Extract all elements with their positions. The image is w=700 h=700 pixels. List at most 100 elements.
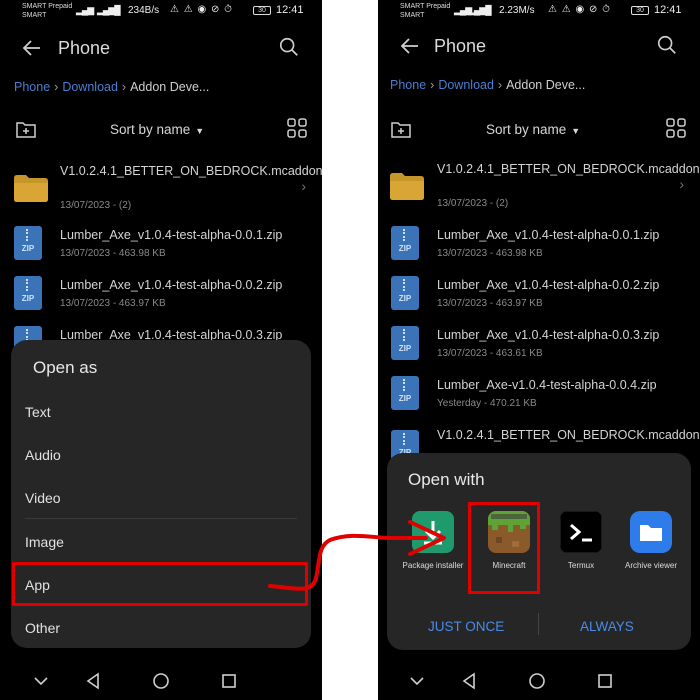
file-name: Lumber_Axe_v1.0.4-test-alpha-0.0.1.zip: [437, 228, 660, 242]
back-arrow-icon[interactable]: [20, 36, 44, 60]
nav-back-icon[interactable]: [82, 670, 104, 692]
search-icon[interactable]: [656, 34, 678, 56]
toolbar: Sort by name ▼: [0, 118, 322, 142]
new-folder-icon[interactable]: [390, 119, 412, 139]
nav-home-icon[interactable]: [150, 670, 172, 692]
grid-view-icon[interactable]: [287, 118, 307, 138]
list-item-file[interactable]: ZIP Lumber_Axe_v1.0.4-test-alpha-0.0.1.z…: [378, 224, 700, 272]
caret-down-icon: ▼: [195, 126, 205, 136]
file-name: Lumber_Axe_v1.0.4-test-alpha-0.0.3.zip: [437, 328, 660, 342]
network-speed: 2.23M/s: [499, 5, 535, 16]
status-bar: SMART Prepaid SMART ▂▄▆ ▂▄▆█ 234B/s ⚠ ⚠ …: [0, 0, 322, 24]
sort-label: Sort by name: [110, 122, 191, 137]
page-title: Phone: [434, 36, 487, 56]
just-once-button[interactable]: JUST ONCE: [428, 619, 504, 634]
list-item-file[interactable]: ZIP Lumber_Axe-v1.0.4-test-alpha-0.0.4.z…: [378, 374, 700, 422]
grid-view-icon[interactable]: [666, 118, 686, 138]
breadcrumb-separator: ›: [121, 80, 127, 94]
breadcrumb-separator: ›: [430, 78, 435, 92]
file-meta: 13/07/2023 - 463.97 KB: [437, 298, 543, 309]
sort-button[interactable]: Sort by name ▼: [110, 122, 204, 137]
sort-label: Sort by name: [486, 122, 567, 137]
search-icon[interactable]: [278, 36, 300, 58]
file-name: Lumber_Axe-v1.0.4-test-alpha-0.0.4.zip: [437, 378, 657, 392]
list-item-folder[interactable]: V1.0.2.4.1_BETTER_ON_BEDROCK.mcaddon 13/…: [378, 158, 700, 214]
breadcrumb-separator: ›: [54, 80, 59, 94]
left-phone-screen: SMART Prepaid SMART ▂▄▆ ▂▄▆█ 234B/s ⚠ ⚠ …: [0, 0, 322, 700]
app-bar: Phone: [0, 30, 322, 66]
breadcrumb-current: Addon Deve...: [130, 80, 210, 94]
list-item-folder[interactable]: V1.0.2.4.1_BETTER_ON_BEDROCK.mcaddon 13/…: [0, 160, 322, 216]
status-bar: SMART Prepaid SMART ▂▄▆ ▂▄▆█ 2.23M/s ⚠ ⚠…: [378, 0, 700, 24]
toolbar: Sort by name ▼: [378, 118, 700, 142]
option-other[interactable]: Other: [11, 608, 311, 648]
back-arrow-icon[interactable]: [398, 34, 422, 58]
carrier-label: SMART Prepaid SMART: [22, 2, 72, 20]
file-name: Lumber_Axe_v1.0.4-test-alpha-0.0.2.zip: [60, 278, 283, 292]
option-audio[interactable]: Audio: [11, 435, 311, 475]
option-video[interactable]: Video: [11, 478, 311, 518]
highlight-box-app: [12, 562, 308, 606]
file-name: V1.0.2.4.1_BETTER_ON_BEDROCK.mcaddon: [437, 162, 700, 176]
file-meta: 13/07/2023 - (2): [437, 198, 509, 209]
sort-button[interactable]: Sort by name ▼: [486, 122, 580, 137]
nav-down-icon[interactable]: [406, 670, 428, 692]
list-item-file[interactable]: ZIP Lumber_Axe_v1.0.4-test-alpha-0.0.3.z…: [378, 324, 700, 372]
signal-icon: ▂▄▆█: [97, 5, 121, 15]
nav-down-icon[interactable]: [30, 670, 52, 692]
app-bar: Phone: [378, 28, 700, 64]
carrier-line-2: SMART: [400, 12, 425, 19]
file-meta: 13/07/2023 - (2): [60, 200, 132, 211]
app-archive-viewer[interactable]: Archive viewer: [615, 511, 687, 591]
termux-icon: [560, 511, 602, 553]
nav-back-icon[interactable]: [458, 670, 480, 692]
right-phone-screen: SMART Prepaid SMART ▂▄▆ ▂▄▆█ 2.23M/s ⚠ ⚠…: [378, 0, 700, 700]
option-label: Video: [25, 490, 61, 506]
file-name: V1.0.2.4.1_BETTER_ON_BEDROCK.mcaddon: [60, 164, 322, 178]
breadcrumb-current: Addon Deve...: [506, 78, 586, 92]
battery-icon: 30: [253, 6, 271, 15]
app-termux[interactable]: Termux: [545, 511, 617, 591]
option-text[interactable]: Text: [11, 392, 311, 432]
zip-file-icon: ZIP: [391, 326, 423, 360]
status-icons: ⚠ ⚠ ◉ ⊘ ⏱: [170, 4, 233, 15]
file-meta: 13/07/2023 - 463.98 KB: [437, 248, 543, 259]
zip-file-icon: ZIP: [391, 376, 423, 410]
status-icons: ⚠ ⚠ ◉ ⊘ ⏱: [548, 4, 611, 15]
nav-home-icon[interactable]: [526, 670, 548, 692]
list-item-file[interactable]: ZIP Lumber_Axe_v1.0.4-test-alpha-0.0.2.z…: [378, 274, 700, 322]
breadcrumb-download[interactable]: Download: [62, 80, 118, 94]
list-item-file[interactable]: ZIP Lumber_Axe_v1.0.4-test-alpha-0.0.1.z…: [0, 226, 322, 274]
breadcrumb-phone[interactable]: Phone: [390, 78, 426, 92]
new-folder-icon[interactable]: [15, 119, 37, 139]
app-package-installer[interactable]: Package installer: [397, 511, 469, 591]
zip-file-icon: ZIP: [391, 226, 423, 260]
always-button[interactable]: ALWAYS: [580, 619, 634, 634]
file-name: Lumber_Axe_v1.0.4-test-alpha-0.0.2.zip: [437, 278, 660, 292]
package-installer-icon: [412, 511, 454, 553]
nav-recents-icon[interactable]: [218, 670, 240, 692]
breadcrumb-download[interactable]: Download: [438, 78, 494, 92]
app-label: Package installer: [402, 561, 464, 570]
option-label: Image: [25, 534, 64, 550]
option-image[interactable]: Image: [11, 522, 311, 562]
folder-icon: [390, 173, 424, 200]
breadcrumb: Phone › Download › Addon Deve...: [390, 78, 585, 92]
option-label: Other: [25, 620, 61, 636]
zip-file-icon: ZIP: [14, 276, 46, 310]
file-meta: 13/07/2023 - 463.97 KB: [60, 298, 166, 309]
carrier-line-1: SMART Prepaid: [400, 3, 451, 10]
list-item-file[interactable]: ZIP Lumber_Axe_v1.0.4-test-alpha-0.0.2.z…: [0, 276, 322, 324]
signal-icon: ▂▄▆█: [468, 5, 492, 15]
highlight-box-minecraft: [468, 502, 540, 594]
option-label: Audio: [25, 447, 61, 463]
breadcrumb-phone[interactable]: Phone: [14, 80, 50, 94]
option-label: Text: [25, 404, 51, 420]
navigation-bar: [0, 668, 322, 696]
divider: [25, 518, 297, 519]
divider: [538, 613, 539, 635]
navigation-bar: [378, 668, 700, 696]
dialog-title: Open as: [33, 358, 98, 377]
nav-recents-icon[interactable]: [594, 670, 616, 692]
carrier-label: SMART Prepaid SMART: [400, 2, 450, 20]
